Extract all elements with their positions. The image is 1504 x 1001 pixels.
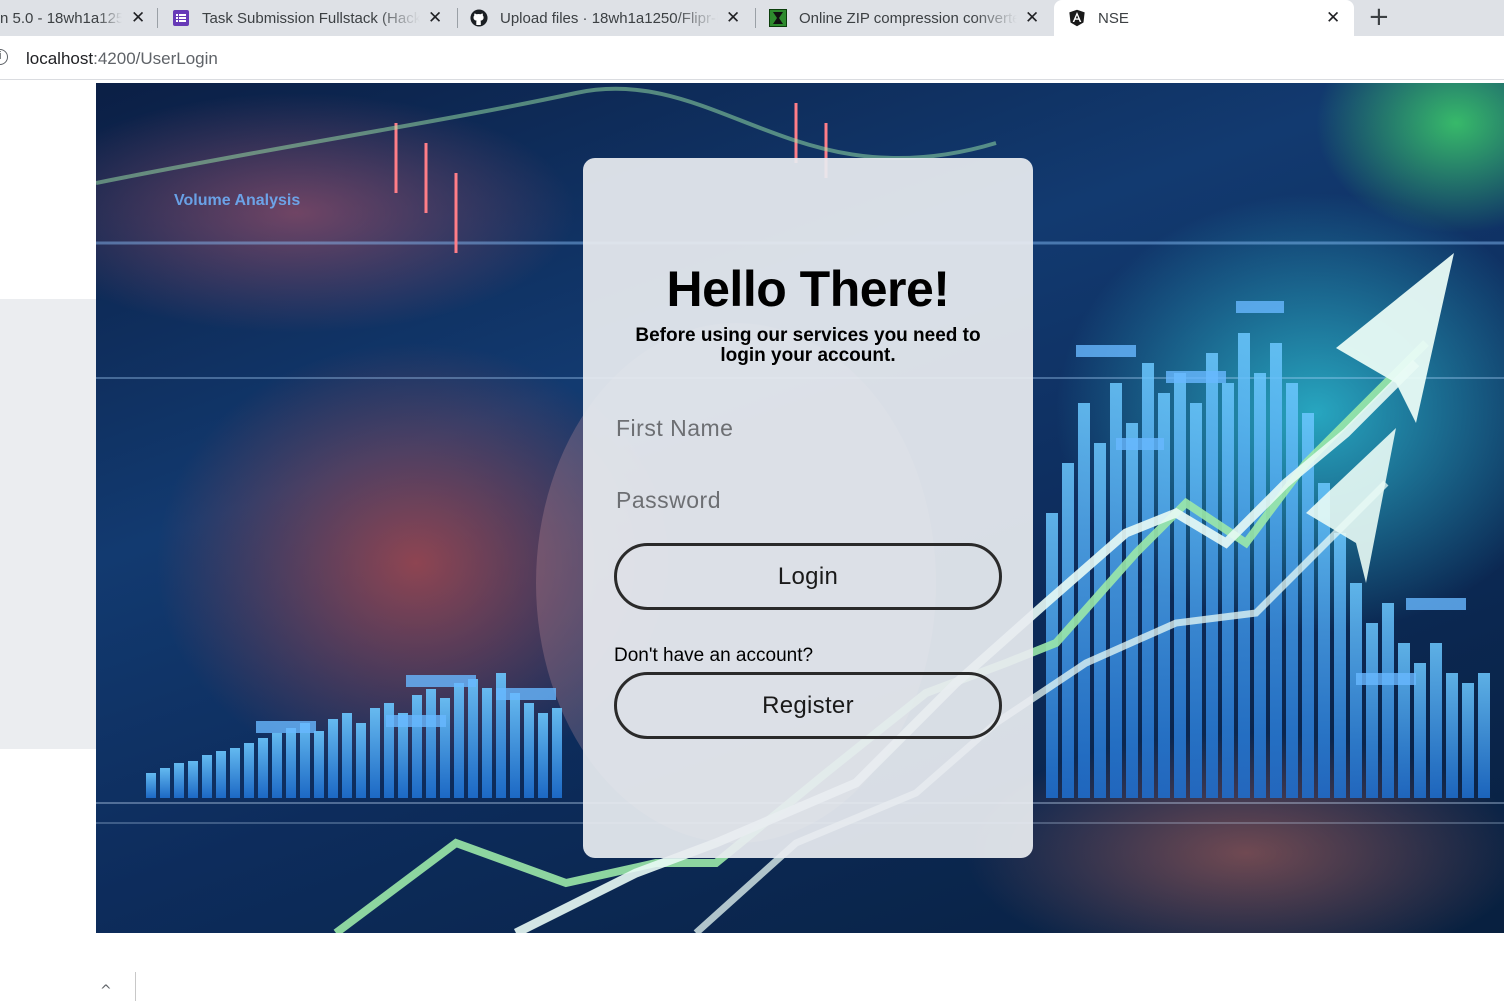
- close-icon[interactable]: ✕: [726, 8, 740, 28]
- tab-separator: [755, 8, 756, 28]
- register-button[interactable]: Register: [614, 672, 1002, 739]
- page-title: Hello There!: [666, 261, 950, 317]
- login-button[interactable]: Login: [614, 543, 1002, 610]
- zip-converter-icon: [769, 9, 787, 27]
- login-card: Hello There! Before using our services y…: [583, 158, 1033, 858]
- tab-task-submission[interactable]: Task Submission Fullstack (Hackat ✕: [172, 0, 455, 36]
- tab-title: n 5.0 - 18wh1a1250: [0, 9, 122, 27]
- angular-icon: [1068, 9, 1086, 27]
- register-prompt: Don't have an account?: [614, 645, 814, 666]
- tab-partial[interactable]: n 5.0 - 18wh1a1250 ✕: [0, 0, 158, 36]
- tab-nse-active[interactable]: NSE ✕: [1054, 0, 1354, 36]
- tab-zip-converter[interactable]: Online ZIP compression converter ✕: [769, 0, 1052, 36]
- left-panel-strip: [0, 299, 96, 749]
- address-bar: i localhost:4200/UserLogin: [0, 36, 1504, 80]
- url-host: localhost: [26, 49, 94, 68]
- tab-title: Task Submission Fullstack (Hackat: [202, 9, 420, 27]
- github-icon: [470, 9, 488, 27]
- forms-icon: [172, 9, 190, 27]
- site-info-icon[interactable]: i: [0, 49, 8, 65]
- chevron-up-icon[interactable]: ^: [100, 983, 112, 999]
- chart-caption: Volume Analysis: [174, 192, 300, 209]
- close-icon[interactable]: ✕: [1326, 8, 1340, 28]
- tab-title: Upload files · 18wh1a1250/Flipr-H: [500, 9, 718, 27]
- tab-upload-files[interactable]: Upload files · 18wh1a1250/Flipr-H ✕: [470, 0, 753, 36]
- tab-title: NSE: [1098, 9, 1129, 27]
- tab-strip: n 5.0 - 18wh1a1250 ✕ Task Submission Ful…: [0, 0, 1504, 36]
- tab-title: Online ZIP compression converter: [799, 9, 1017, 27]
- close-icon[interactable]: ✕: [1025, 8, 1039, 28]
- url-field[interactable]: localhost:4200/UserLogin: [26, 49, 218, 69]
- tab-separator: [457, 8, 458, 28]
- first-name-field[interactable]: [616, 408, 1006, 448]
- divider: [135, 972, 136, 1001]
- password-field[interactable]: [616, 480, 1006, 520]
- url-path: :4200/UserLogin: [93, 49, 218, 68]
- close-icon[interactable]: ✕: [131, 8, 145, 28]
- page-subtitle: Before using our services you need to lo…: [635, 325, 981, 366]
- tab-separator: [157, 8, 158, 28]
- page-viewport: Volume Analysis Hello There! Before usin…: [0, 81, 1504, 1001]
- close-icon[interactable]: ✕: [428, 8, 442, 28]
- new-tab-button[interactable]: +: [1368, 2, 1390, 32]
